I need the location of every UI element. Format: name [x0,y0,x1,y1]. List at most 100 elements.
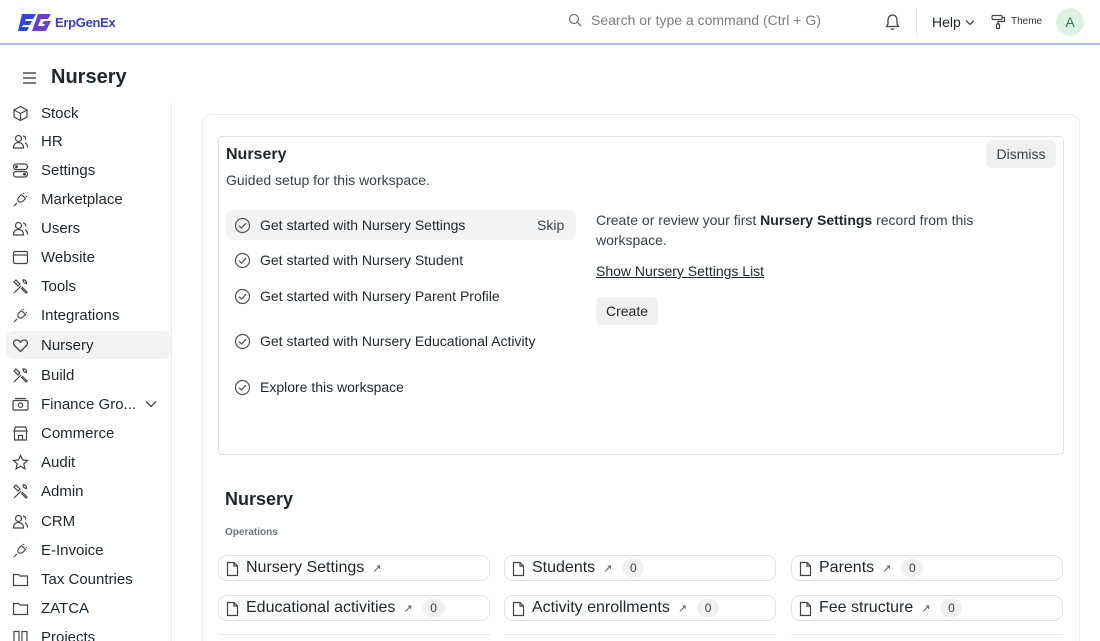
sidebar-item-label: CRM [41,512,76,530]
arrow-up-right-icon: ↗ [403,602,413,615]
paint-roller-icon [991,14,1006,29]
search-icon [568,13,582,27]
sidebar-item-admin[interactable]: Admin [6,477,171,505]
toggle-icon [12,163,29,178]
stock-icon [13,105,28,122]
sidebar-item-crm[interactable]: CRM [6,507,171,535]
onboarding-step-nursery-parent-profile[interactable]: Get started with Nursery Parent Profile [226,281,576,311]
sidebar-item-projects[interactable]: Projects [6,623,171,641]
tools-icon [13,368,28,383]
step-label: Explore this workspace [260,379,404,395]
document-icon [799,601,812,617]
workspace-section-title: Nursery [225,489,294,509]
plug-icon [13,192,28,207]
shortcut-label: Activity enrollments [532,599,670,616]
app-logo[interactable]: ErpGenEx [18,11,116,33]
sidebar-item-nursery[interactable]: Nursery [6,331,171,359]
onboarding-step-nursery-student[interactable]: Get started with Nursery Student [226,245,576,275]
page-header: Nursery [22,66,127,89]
heart-icon [12,339,29,353]
page-title: Nursery [51,66,127,88]
notifications-button[interactable] [884,13,901,36]
sidebar-item-label: ZATCA [41,599,90,617]
shortcut-activity-enrollments[interactable]: Activity enrollments ↗ 0 [504,595,776,621]
logo-text: ErpGenEx [55,14,116,30]
shortcut-label: Students [532,559,596,576]
sidebar-item-label: Projects [41,628,96,641]
sidebar-item-finance-group[interactable]: Finance Gro... [6,390,171,418]
theme-toggle-button[interactable]: Theme [991,14,1042,29]
arrow-up-right-icon: ↗ [921,602,931,615]
folder-icon [12,573,29,587]
arrow-up-right-icon: ↗ [372,562,382,575]
bell-icon [885,14,900,30]
sidebar-item-label: Build [41,366,75,384]
sidebar-toggle-icon[interactable] [22,71,37,85]
shortcut-content: Fee structure ↗ 0 [819,599,963,617]
show-list-link[interactable]: Show Nursery Settings List [596,263,764,279]
count-badge: 0 [422,599,445,617]
sidebar-item-website[interactable]: Website [6,243,171,271]
sidebar-item-marketplace[interactable]: Marketplace [6,185,171,213]
shortcut-row-peek [504,634,776,641]
tools-icon [13,279,28,294]
shortcut-nursery-settings[interactable]: Nursery Settings ↗ [218,555,490,581]
shortcut-content: Nursery Settings ↗ [246,559,381,577]
sidebar-item-audit[interactable]: Audit [6,448,171,476]
sidebar-item-tools[interactable]: Tools [6,272,171,300]
sidebar-item-tax-countries[interactable]: Tax Countries [6,565,171,593]
browser-icon [12,250,29,265]
sidebar-item-stock[interactable]: Stock [6,103,171,127]
sidebar-item-build[interactable]: Build [6,361,171,389]
create-button[interactable]: Create [596,297,658,325]
user-avatar[interactable]: A [1056,8,1084,36]
skip-button[interactable]: Skip [537,217,564,233]
shortcut-fee-structure[interactable]: Fee structure ↗ 0 [791,595,1063,621]
onboarding-subtitle: Guided setup for this workspace. [226,172,430,188]
sidebar-item-integrations[interactable]: Integrations [6,301,171,329]
money-icon [12,397,29,411]
step-label: Get started with Nursery Settings [260,217,466,233]
help-dropdown[interactable]: Help [932,14,975,30]
chevron-down-icon[interactable] [144,397,158,411]
sidebar-item-commerce[interactable]: Commerce [6,419,171,447]
theme-label: Theme [1011,16,1043,27]
search-bar[interactable]: Search or type a command (Ctrl + G) [568,12,821,28]
tools-icon [13,484,28,499]
check-circle-icon [234,252,251,268]
users-icon [12,221,29,236]
onboarding-step-nursery-settings[interactable]: Get started with Nursery Settings Skip [226,210,576,240]
sidebar-item-settings[interactable]: Settings [6,156,171,184]
columns-icon [13,630,28,641]
count-badge: 0 [697,599,720,617]
onboarding-title: Nursery [226,146,287,163]
shortcut-students[interactable]: Students ↗ 0 [504,555,776,581]
help-label: Help [932,14,961,30]
count-badge: 0 [622,559,645,577]
arrow-up-right-icon: ↗ [677,602,688,615]
shortcut-educational-activities[interactable]: Educational activities ↗ 0 [218,595,490,621]
chevron-down-icon [965,19,975,25]
onboarding-step-nursery-educational-activity[interactable]: Get started with Nursery Educational Act… [226,320,576,362]
count-badge: 0 [940,599,963,617]
document-icon [512,561,525,577]
sidebar-item-label: Finance Gro... [41,395,137,413]
logo-icon [18,14,51,31]
sidebar-item-zatca[interactable]: ZATCA [6,594,171,622]
dismiss-button[interactable]: Dismiss [986,140,1056,168]
folder-icon [12,602,29,616]
check-circle-icon [234,379,251,395]
sidebar-item-label: HR [41,132,63,150]
sidebar-item-label: Admin [41,482,84,500]
shortcut-parents[interactable]: Parents ↗ 0 [791,555,1063,581]
search-input[interactable]: Search or type a command (Ctrl + G) [591,12,821,28]
shortcut-label: Fee structure [819,599,914,616]
description-text: Create or review your first [596,212,761,228]
sidebar-item-users[interactable]: Users [6,214,171,242]
sidebar-item-e-invoice[interactable]: E-Invoice [6,536,171,564]
onboarding-step-explore-workspace[interactable]: Explore this workspace [226,372,576,402]
star-icon [12,454,29,471]
sidebar-item-label: Tax Countries [41,570,133,588]
sidebar-item-hr[interactable]: HR [6,127,171,155]
description-doctype: Nursery Settings [760,212,873,228]
